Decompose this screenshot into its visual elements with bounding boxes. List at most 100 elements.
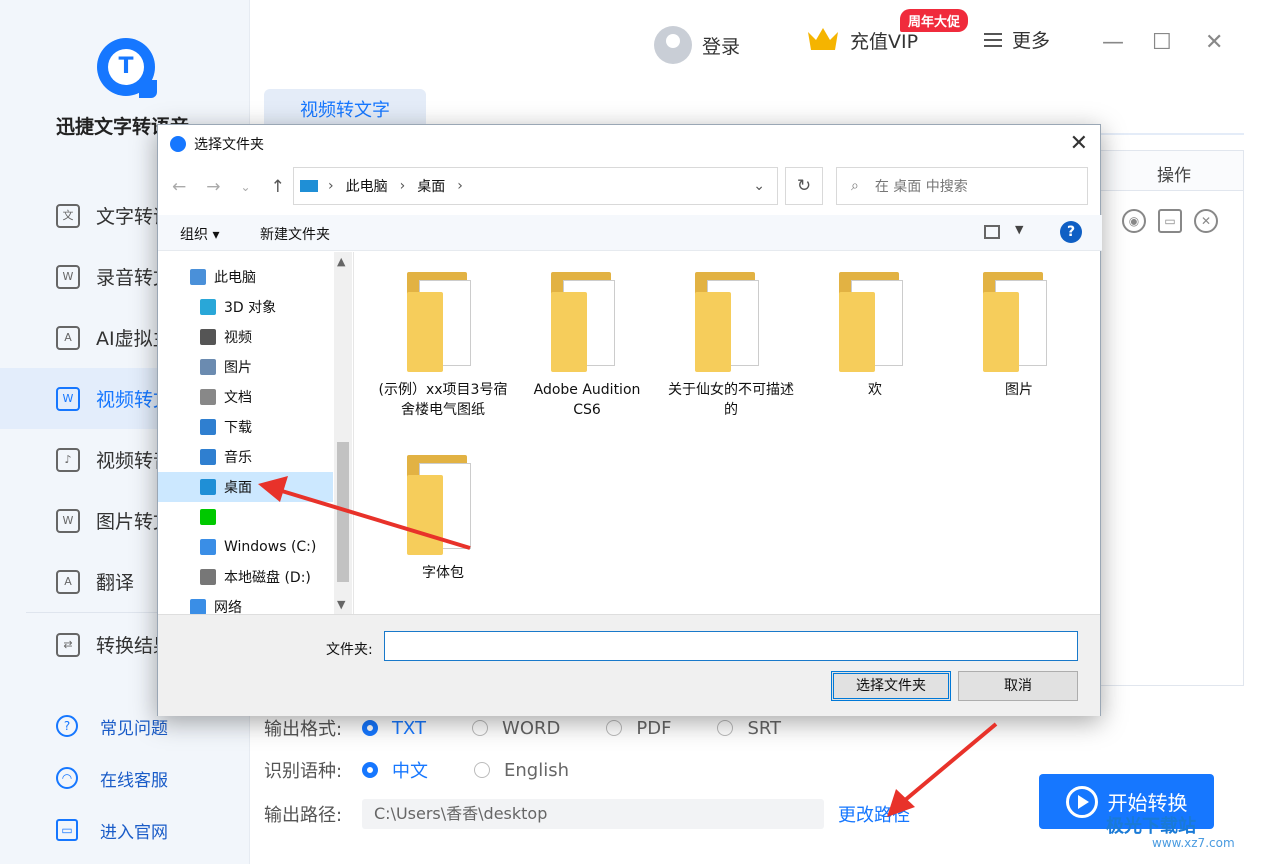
view-dropdown-icon[interactable]: ▼	[1015, 223, 1023, 236]
folder-tree: 此电脑 3D 对象 视频 图片 文档 下载 音乐 桌面 Windows (C:) 本地磁盘 (D:…	[158, 252, 354, 614]
tree-item[interactable]: 此电脑	[158, 262, 353, 292]
format-radio-word[interactable]: WORD	[472, 718, 560, 739]
sidebar-links: ? 常见问题 ◠ 在线客服 ▭ 进入官网	[56, 700, 168, 856]
output-path-row: 输出路径: C:\Users\香香\desktop 更改路径	[264, 799, 910, 829]
desktop-icon	[300, 180, 318, 192]
organize-menu[interactable]: 组织 ▾	[180, 224, 219, 244]
tree-item[interactable]: 视频	[158, 322, 353, 352]
video-to-audio-icon: ♪	[56, 447, 80, 472]
computer-icon	[190, 269, 206, 285]
dialog-toolbar: 组织 ▾ 新建文件夹 ▼ ?	[158, 215, 1102, 251]
open-folder-icon[interactable]: ▭	[1158, 209, 1182, 233]
promo-badge: 周年大促	[900, 9, 969, 32]
dialog-titlebar: 选择文件夹	[158, 125, 1100, 163]
pictures-folder-icon	[200, 359, 216, 375]
app-small-icon	[170, 136, 186, 152]
music-folder-icon	[200, 449, 216, 465]
back-arrow-icon[interactable]: ←	[172, 177, 186, 197]
folder-item[interactable]: 字体包	[378, 435, 508, 583]
format-radio-srt[interactable]: SRT	[717, 718, 781, 739]
search-icon: ⌕	[851, 178, 859, 194]
folder-item[interactable]: (示例）xx项目3号宿舍楼电气图纸	[378, 252, 508, 420]
tree-item[interactable]: 3D 对象	[158, 292, 353, 322]
recent-chevron-icon[interactable]: ⌄	[241, 177, 251, 197]
more-button[interactable]: 更多	[984, 26, 1050, 53]
folder-item[interactable]: Adobe Audition CS6	[522, 252, 652, 420]
recording-to-text-icon: W	[56, 264, 80, 289]
scroll-down-icon[interactable]: ▼	[337, 598, 345, 611]
network-icon	[190, 599, 206, 614]
folder-label: 文件夹:	[326, 642, 373, 658]
text-to-speech-icon: 文	[56, 203, 80, 228]
downloads-folder-icon	[200, 419, 216, 435]
select-folder-button[interactable]: 选择文件夹	[831, 671, 951, 701]
monitor-icon: ▭	[56, 819, 78, 841]
image-to-text-icon: W	[56, 508, 80, 533]
tree-item[interactable]: 文档	[158, 382, 353, 412]
video-to-text-icon: W	[56, 386, 80, 411]
windows-drive-icon	[200, 539, 216, 555]
preview-eye-icon[interactable]: ◉	[1122, 209, 1146, 233]
app-logo: T	[97, 38, 157, 98]
iqiyi-icon	[200, 509, 216, 525]
dialog-navbar: ← → ⌄ ↑ › 此电脑 › 桌面 › ⌄ ↻ ⌕ 在 桌面 中搜索	[158, 167, 1102, 207]
folder-icon	[551, 272, 623, 372]
view-options-icon[interactable]	[984, 225, 1000, 239]
breadcrumb-this-pc[interactable]: 此电脑	[346, 176, 388, 196]
folder-item[interactable]: 关于仙女的不可描述的	[666, 252, 796, 420]
menu-icon	[984, 29, 1002, 51]
format-radio-txt[interactable]: TXT	[362, 718, 426, 739]
format-radio-pdf[interactable]: PDF	[606, 718, 671, 739]
address-bar[interactable]: › 此电脑 › 桌面 › ⌄	[293, 167, 778, 205]
website-link[interactable]: ▭ 进入官网	[56, 804, 168, 856]
tree-item[interactable]: 图片	[158, 352, 353, 382]
dialog-footer: 文件夹: 选择文件夹 取消	[158, 614, 1100, 716]
search-box[interactable]: ⌕ 在 桌面 中搜索	[836, 167, 1088, 205]
output-path-field: C:\Users\香香\desktop	[362, 799, 824, 829]
maximize-button[interactable]: ☐	[1152, 30, 1172, 55]
language-radio-chinese[interactable]: 中文	[362, 757, 428, 783]
tree-item[interactable]: 本地磁盘 (D:)	[158, 562, 353, 592]
language-radio-english[interactable]: English	[474, 760, 569, 781]
tree-item[interactable]	[158, 502, 353, 532]
tree-item[interactable]: 桌面	[158, 472, 333, 502]
address-dropdown-icon[interactable]: ⌄	[753, 178, 765, 194]
documents-folder-icon	[200, 389, 216, 405]
delete-x-icon[interactable]: ✕	[1194, 209, 1218, 233]
login-button[interactable]: 登录	[654, 26, 740, 64]
output-format-row: 输出格式: TXT WORD PDF SRT	[264, 717, 782, 741]
dialog-close-button[interactable]: ✕	[1070, 131, 1088, 156]
forward-arrow-icon[interactable]: →	[206, 177, 220, 197]
desktop-folder-icon	[200, 479, 216, 495]
folder-icon	[407, 272, 479, 372]
folder-input[interactable]	[384, 631, 1078, 661]
ai-avatar-icon: A	[56, 325, 80, 350]
tree-item[interactable]: 网络	[158, 592, 353, 614]
tree-item[interactable]: Windows (C:)	[158, 532, 353, 562]
folder-icon	[695, 272, 767, 372]
select-folder-dialog: 选择文件夹 ✕ ← → ⌄ ↑ › 此电脑 › 桌面 › ⌄ ↻ ⌕ 在 桌面 …	[157, 124, 1102, 716]
tree-item[interactable]: 音乐	[158, 442, 353, 472]
folder-item[interactable]: 欢	[810, 252, 940, 400]
new-folder-button[interactable]: 新建文件夹	[260, 224, 330, 244]
up-arrow-icon[interactable]: ↑	[271, 177, 285, 197]
faq-link[interactable]: ? 常见问题	[56, 700, 168, 752]
tree-item[interactable]: 下载	[158, 412, 353, 442]
change-path-link[interactable]: 更改路径	[838, 801, 910, 827]
help-icon[interactable]: ?	[1060, 221, 1082, 243]
refresh-button[interactable]: ↻	[785, 167, 823, 205]
scroll-up-icon[interactable]: ▲	[337, 255, 345, 268]
scroll-thumb[interactable]	[337, 442, 349, 582]
folder-item[interactable]: 图片	[954, 252, 1084, 400]
nav-arrows: ← → ⌄ ↑	[172, 177, 285, 197]
support-link[interactable]: ◠ 在线客服	[56, 752, 168, 804]
row-actions: ◉ ▭ ✕	[1122, 209, 1218, 233]
close-button[interactable]: ✕	[1205, 30, 1223, 55]
folder-icon	[839, 272, 911, 372]
3d-objects-icon	[200, 299, 216, 315]
minimize-button[interactable]: —	[1102, 30, 1124, 55]
tree-scrollbar[interactable]: ▲ ▼	[334, 252, 352, 614]
cancel-button[interactable]: 取消	[958, 671, 1078, 701]
headset-icon: ◠	[56, 767, 78, 789]
breadcrumb-desktop[interactable]: 桌面	[417, 176, 445, 196]
